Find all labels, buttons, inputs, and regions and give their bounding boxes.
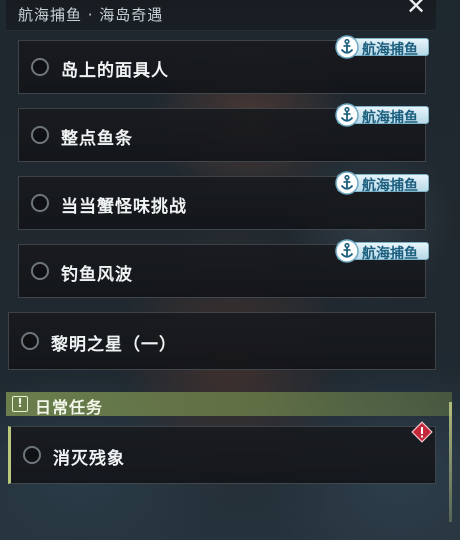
quest-tag-label: 航海捕鱼 [362,42,418,58]
quest-tag: 航海捕鱼 [335,35,429,59]
quest-status-circle [31,58,49,76]
scrollbar[interactable] [449,402,452,522]
quest-item-2[interactable]: 整点鱼条 航海捕鱼 [18,103,429,162]
exclamation-icon: ! [12,396,28,412]
daily-quest-item[interactable]: 消灭残象 [8,421,436,484]
anchor-icon [335,171,359,195]
panel-title: 航海捕鱼 · 海岛奇遇 [18,6,164,24]
quest-tag: 航海捕鱼 [335,171,429,195]
close-button[interactable]: ✕ [404,0,428,18]
quest-status-circle [31,194,49,212]
daily-section-header: ! 日常任务 [6,392,452,417]
daily-section-title: 日常任务 [35,398,104,417]
panel-header: 航海捕鱼 · 海岛奇遇 ✕ [6,0,436,31]
quest-label: 整点鱼条 [61,129,133,149]
quest-label: 消灭残象 [53,449,125,469]
quest-label: 当当蟹怪味挑战 [61,197,187,217]
anchor-icon [335,35,359,59]
anchor-icon [335,239,359,263]
quest-item-4[interactable]: 钓鱼风波 航海捕鱼 [18,239,429,298]
quest-status-circle [23,446,41,464]
quest-status-circle [21,332,39,350]
quest-status-circle [31,262,49,280]
quest-item-5[interactable]: 黎明之星（一） [8,312,436,370]
quest-label: 钓鱼风波 [61,265,133,285]
quest-status-circle [31,126,49,144]
quest-tag-label: 航海捕鱼 [362,246,418,262]
quest-tag: 航海捕鱼 [335,103,429,127]
anchor-icon [335,103,359,127]
quest-tag-label: 航海捕鱼 [362,178,418,194]
quest-label: 黎明之星（一） [51,335,177,355]
quest-item-3[interactable]: 当当蟹怪味挑战 航海捕鱼 [18,171,429,230]
quest-tag: 航海捕鱼 [335,239,429,263]
quest-label: 岛上的面具人 [61,61,169,81]
quest-tag-label: 航海捕鱼 [362,110,418,126]
quest-item-1[interactable]: 岛上的面具人 航海捕鱼 [18,35,429,94]
warning-diamond-icon [411,421,433,443]
